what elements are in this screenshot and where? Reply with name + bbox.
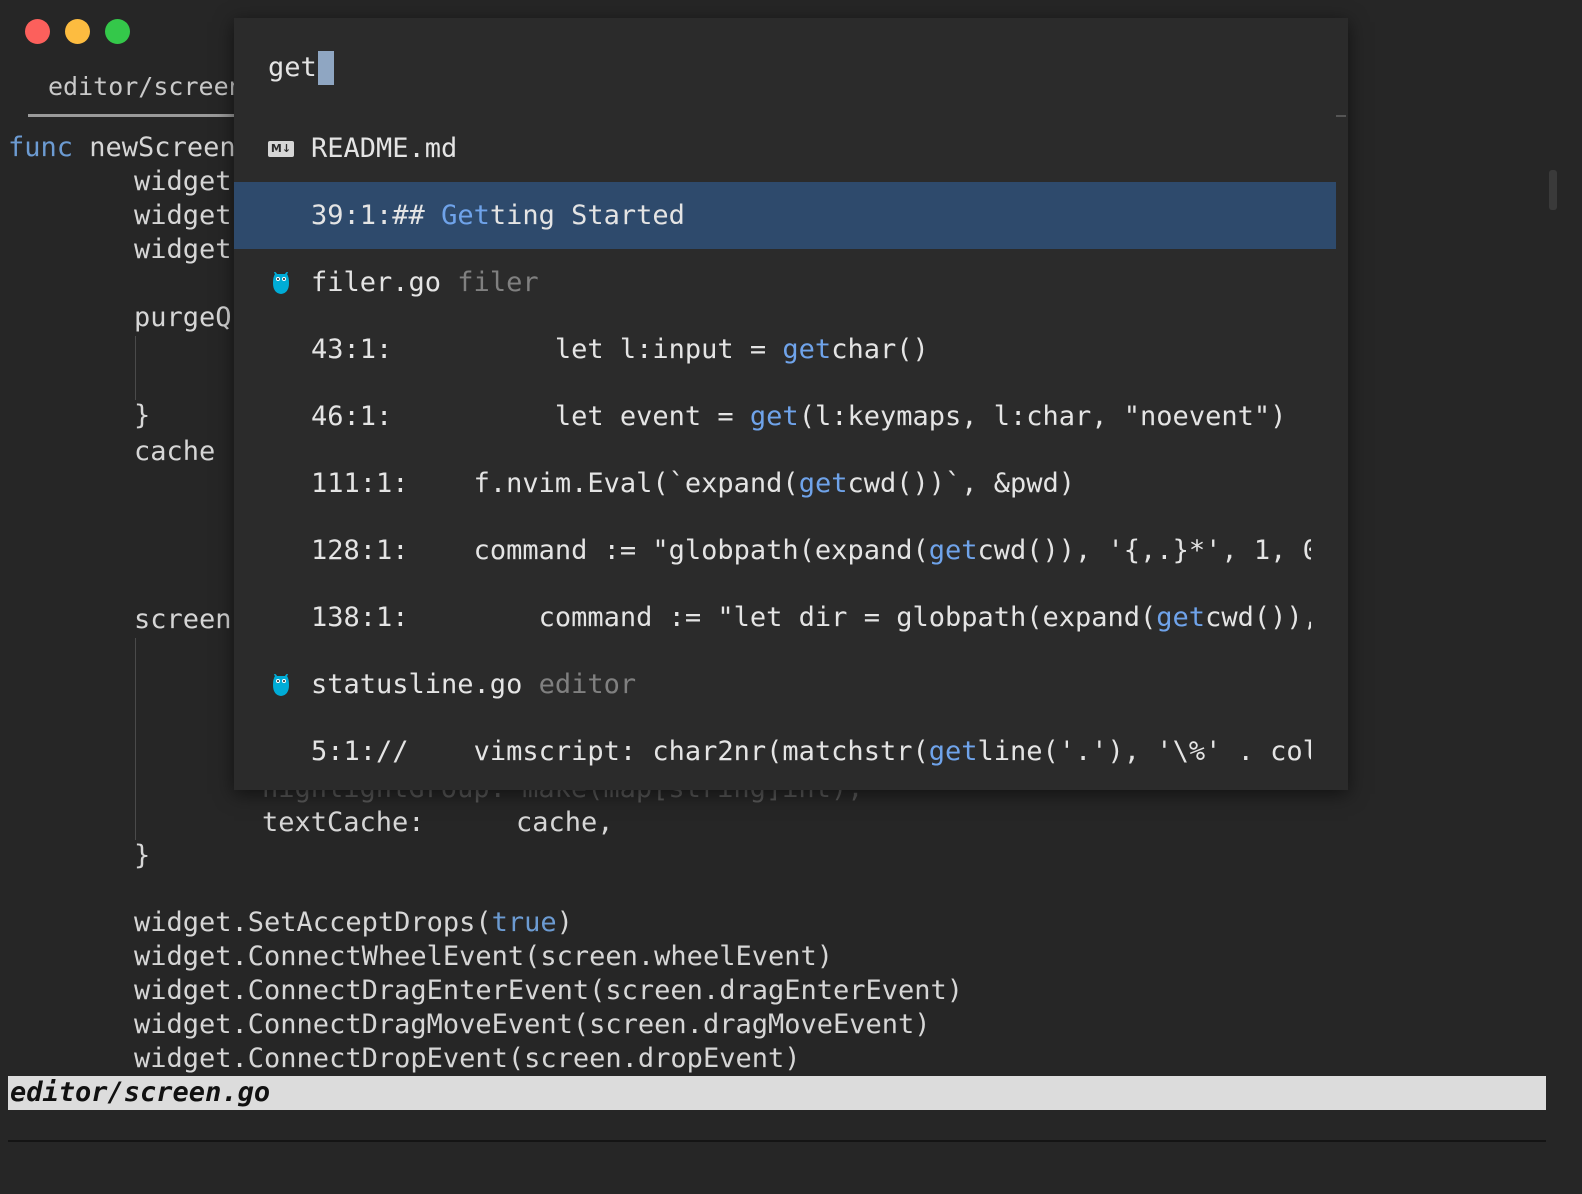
result-match-highlight: get <box>798 468 848 499</box>
result-text: 111:1: f.nvim.Eval(`expand(getcwd())`, &… <box>311 450 1311 517</box>
keyword-func: func <box>8 132 74 163</box>
result-context: f.nvim.Eval(`expand( <box>408 468 799 499</box>
result-context: command := "let dir = globpath(expand( <box>408 602 1157 633</box>
result-location: 138:1: <box>311 602 409 633</box>
result-line[interactable]: 111:1: f.nvim.Eval(`expand(getcwd())`, &… <box>234 450 1336 517</box>
result-match-highlight: Get <box>441 200 490 231</box>
result-text: 43:1: let l:input = getchar() <box>311 316 1311 383</box>
code-line: screen <box>134 604 232 635</box>
result-context: command := "globpath(expand( <box>408 535 929 566</box>
result-filename: statusline.go editor <box>311 669 637 700</box>
result-context: ## <box>392 200 442 231</box>
indent-guide <box>135 638 136 840</box>
result-line[interactable]: 46:1: let event = get(l:keymaps, l:char,… <box>234 383 1336 450</box>
result-match-highlight: get <box>782 334 832 365</box>
code-line: widget.ConnectDragEnterEvent(screen.drag… <box>134 975 964 1006</box>
code-line: cache <box>134 436 216 467</box>
result-text: 46:1: let event = get(l:keymaps, l:char,… <box>311 383 1311 450</box>
gopher-icon <box>266 249 296 316</box>
function-name: newScreen <box>73 132 236 163</box>
struct-value: cache, <box>516 807 614 838</box>
result-line-selected[interactable]: 39:1:## Getting Started <box>234 182 1336 249</box>
result-text: 5:1:// vimscript: char2nr(matchstr(getli… <box>311 718 1311 785</box>
finder-search-input[interactable]: get <box>268 48 334 88</box>
result-text: 128:1: command := "globpath(expand(getcw… <box>311 517 1311 584</box>
result-context: let event = <box>392 401 750 432</box>
result-context: line('.'), '\%' . col(' <box>977 736 1312 767</box>
finder-scrollbar[interactable] <box>1336 115 1346 117</box>
result-context: let l:input = <box>392 334 783 365</box>
result-match-highlight: get <box>928 535 978 566</box>
indent-guide <box>135 336 136 400</box>
result-match-highlight: get <box>928 736 978 767</box>
result-file-header[interactable]: M↓ README.md <box>234 115 1336 182</box>
code-line: widget.ConnectWheelEvent(screen.wheelEve… <box>134 941 833 972</box>
finder-query: get <box>268 52 317 83</box>
result-context: cwd())`, &pwd) <box>847 468 1076 499</box>
result-context: cwd()), ' <box>1205 602 1311 633</box>
result-context: cwd()), '{,.}*', 1, 0)" <box>977 535 1312 566</box>
result-location: 5:1: <box>311 736 377 767</box>
code-line: widget <box>134 234 232 265</box>
result-file-header[interactable]: filer.go filer <box>234 249 1336 316</box>
editor-scrollbar[interactable] <box>1549 170 1557 210</box>
text-cursor <box>317 51 334 85</box>
code-line: textCache: cache, <box>262 806 614 840</box>
markdown-badge: M↓ <box>268 140 294 157</box>
result-location: 128:1: <box>311 535 409 566</box>
result-filename: README.md <box>311 133 458 164</box>
result-line[interactable]: 128:1: command := "globpath(expand(getcw… <box>234 517 1336 584</box>
result-context: (l:keymaps, l:char, "noevent") <box>798 401 1287 432</box>
result-package-name: editor <box>522 669 637 700</box>
code-line: widget.ConnectDragMoveEvent(screen.dragM… <box>134 1009 931 1040</box>
result-text: 138:1: command := "let dir = globpath(ex… <box>311 584 1311 651</box>
keyword-true: true <box>491 907 557 938</box>
result-line[interactable]: 138:1: command := "let dir = globpath(ex… <box>234 584 1336 651</box>
result-location: 46:1: <box>311 401 393 432</box>
result-context: // vimscript: char2nr(matchstr( <box>376 736 929 767</box>
result-file-header[interactable]: statusline.go editor <box>234 651 1336 718</box>
code-line: } <box>134 400 151 431</box>
result-text: 39:1:## Getting Started <box>311 182 1311 249</box>
result-filename: filer.go filer <box>311 267 539 298</box>
result-location: 43:1: <box>311 334 393 365</box>
result-package-name: filer <box>441 267 539 298</box>
result-match-highlight: get <box>749 401 799 432</box>
code-line: } <box>134 840 151 871</box>
struct-field: textCache: <box>262 807 425 838</box>
result-match-highlight: get <box>1156 602 1206 633</box>
code-line: func newScreen <box>8 131 236 165</box>
result-context: char() <box>831 334 929 365</box>
gopher-icon <box>266 651 296 718</box>
code-line: widget <box>134 166 232 197</box>
code-line: purgeQ <box>134 302 232 333</box>
result-line[interactable]: 43:1: let l:input = getchar() <box>234 316 1336 383</box>
fuzzy-finder-popup[interactable]: get M↓ README.md 39:1:## Getting Started fi… <box>234 18 1348 790</box>
result-context: ting Started <box>489 200 685 231</box>
code-line: widget.SetAcceptDrops(true) <box>134 906 573 940</box>
result-location: 111:1: <box>311 468 409 499</box>
statusline-filename: editor/screen.go <box>10 1077 271 1108</box>
markdown-icon: M↓ <box>266 115 296 182</box>
code-text: ) <box>556 907 573 938</box>
statusline: editor/screen.go <box>8 1076 1546 1110</box>
cmdline-divider <box>8 1140 1546 1142</box>
code-line: widget.ConnectDropEvent(screen.dropEvent… <box>134 1043 801 1074</box>
result-line[interactable]: 5:1:// vimscript: char2nr(matchstr(getli… <box>234 718 1336 785</box>
result-location: 39:1: <box>311 200 393 231</box>
code-text: widget.SetAcceptDrops( <box>134 907 492 938</box>
code-line: widget <box>134 200 232 231</box>
